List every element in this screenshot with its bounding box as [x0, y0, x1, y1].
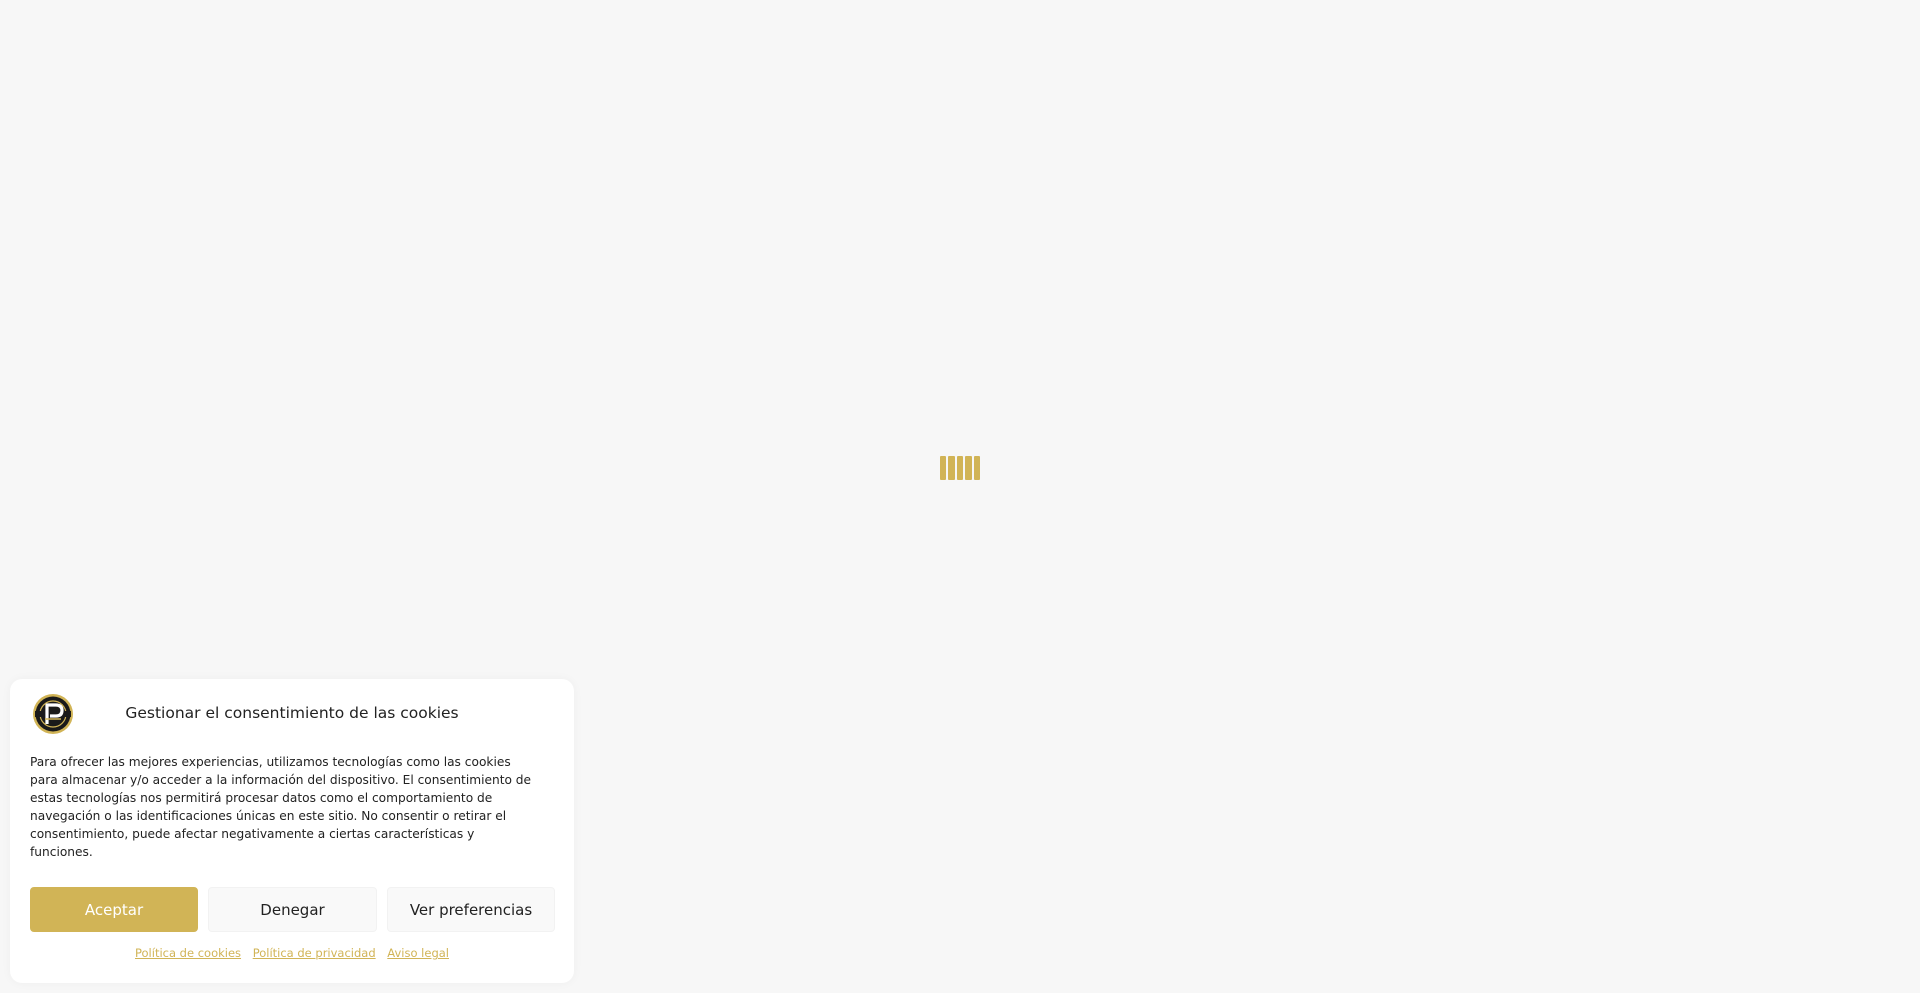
cookie-banner-buttons: Aceptar Denegar Ver preferencias [30, 887, 555, 933]
cookie-banner-message: Para ofrecer las mejores experiencias, u… [30, 755, 532, 859]
cookie-policy-link[interactable]: Política de cookies [135, 946, 241, 960]
loader-bar [973, 456, 981, 480]
loading-bars-icon [940, 456, 981, 480]
loader-bar [965, 456, 972, 480]
loader-bar [948, 456, 955, 480]
cookie-consent-banner: Gestionar el consentimiento de las cooki… [10, 679, 574, 983]
loader-bar [940, 456, 947, 480]
cookie-banner-title: Gestionar el consentimiento de las cooki… [125, 704, 459, 722]
view-preferences-button[interactable]: Ver preferencias [387, 887, 555, 932]
page: Gestionar el consentimiento de las cooki… [0, 0, 1920, 993]
legal-notice-link[interactable]: Aviso legal [387, 946, 449, 960]
cookie-banner-header: Gestionar el consentimiento de las cooki… [30, 693, 554, 735]
deny-button[interactable]: Denegar [208, 887, 377, 932]
accept-button[interactable]: Aceptar [30, 887, 198, 932]
loader-bar [956, 456, 964, 480]
cookie-banner-links: Política de cookies Política de privacid… [10, 946, 574, 960]
privacy-policy-link[interactable]: Política de privacidad [253, 946, 376, 960]
